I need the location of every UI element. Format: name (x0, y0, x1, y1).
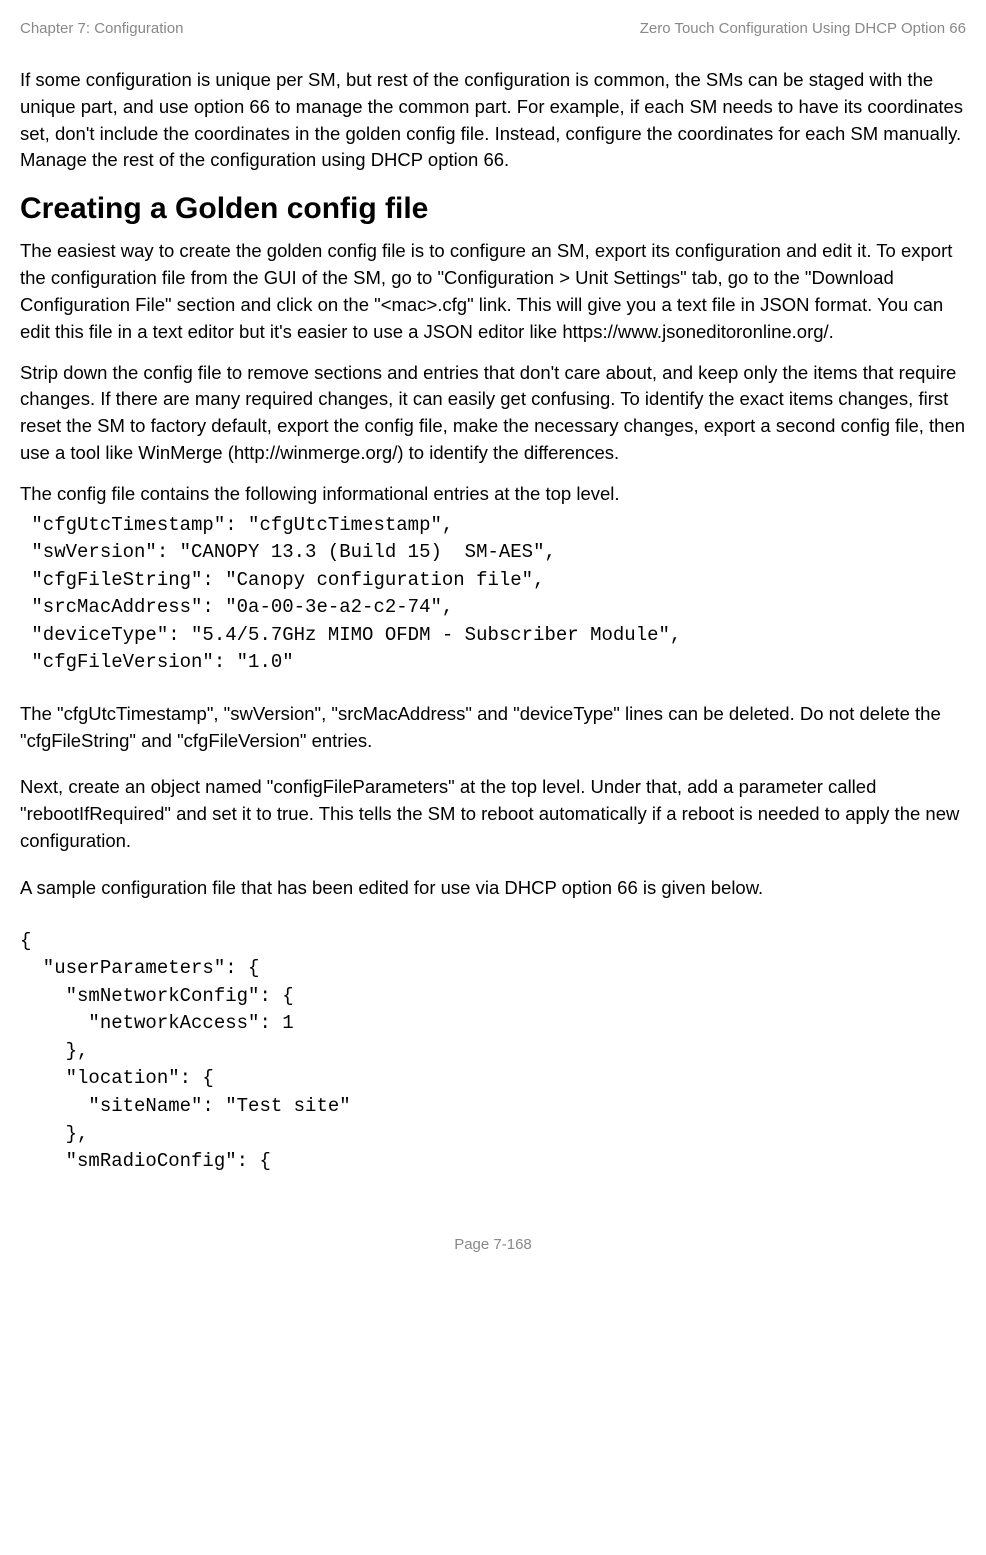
paragraph-5: Next, create an object named "configFile… (20, 774, 966, 854)
paragraph-4: The "cfgUtcTimestamp", "swVersion", "src… (20, 701, 966, 755)
code-block-1: "cfgUtcTimestamp": "cfgUtcTimestamp", "s… (20, 512, 966, 677)
paragraph-2: Strip down the config file to remove sec… (20, 360, 966, 467)
section-heading: Creating a Golden config file (20, 192, 966, 226)
page-footer: Page 7-168 (20, 1236, 966, 1253)
page-header: Chapter 7: Configuration Zero Touch Conf… (20, 20, 966, 37)
header-chapter: Chapter 7: Configuration (20, 20, 183, 37)
paragraph-6: A sample configuration file that has bee… (20, 875, 966, 902)
header-section: Zero Touch Configuration Using DHCP Opti… (640, 20, 966, 37)
paragraph-3: The config file contains the following i… (20, 481, 966, 508)
intro-paragraph: If some configuration is unique per SM, … (20, 67, 966, 174)
code-block-2: { "userParameters": { "smNetworkConfig":… (20, 928, 966, 1176)
paragraph-1: The easiest way to create the golden con… (20, 238, 966, 345)
